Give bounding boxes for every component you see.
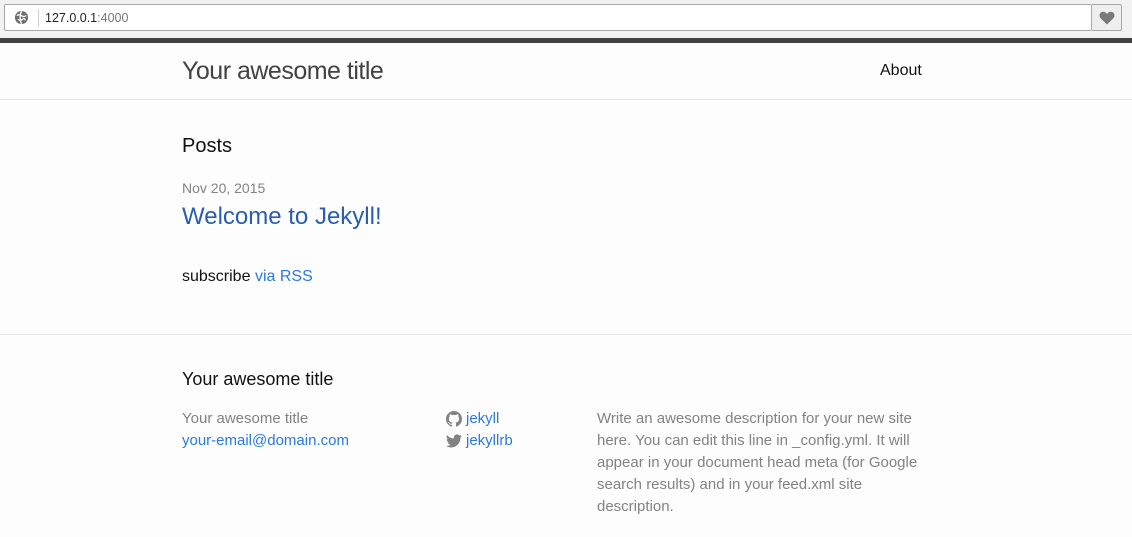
footer-heading: Your awesome title <box>182 369 334 389</box>
globe-icon <box>14 10 29 25</box>
footer-site-name: Your awesome title <box>182 410 309 427</box>
address-bar[interactable]: 127.0.0.1:4000 <box>4 4 1092 31</box>
favorite-button[interactable] <box>1092 4 1122 31</box>
posts-heading: Posts <box>182 135 233 157</box>
github-icon <box>446 411 462 427</box>
twitter-username-link[interactable]: jekyllrb <box>466 430 513 452</box>
footer-description: Write an awesome description for your ne… <box>597 410 918 515</box>
address-separator <box>38 9 39 27</box>
footer-social-list: jekyll jekyllrb <box>446 408 513 452</box>
post-title-link[interactable]: Welcome to Jekyll! <box>182 202 382 232</box>
post-date: Nov 20, 2015 <box>182 180 266 196</box>
browser-toolbar: 127.0.0.1:4000 <box>0 0 1132 38</box>
site-title-link[interactable]: Your awesome title <box>182 56 384 86</box>
twitter-icon <box>446 434 462 448</box>
rss-link[interactable]: via RSS <box>255 268 313 285</box>
twitter-social-item[interactable]: jekyllrb <box>446 430 513 452</box>
url-port: :4000 <box>97 11 129 25</box>
site-footer: Your awesome title Your awesome title yo… <box>0 334 1132 537</box>
footer-email-link[interactable]: your-email@domain.com <box>182 430 349 452</box>
subscribe-text: subscribe <box>182 268 251 285</box>
url-host: 127.0.0.1 <box>45 11 98 25</box>
github-username-link[interactable]: jekyll <box>466 408 499 430</box>
subscribe-line: subscribe via RSS <box>182 267 313 287</box>
footer-contact-list: Your awesome title your-email@domain.com <box>182 408 349 452</box>
site-header: Your awesome title About <box>0 43 1132 100</box>
github-social-item[interactable]: jekyll <box>446 408 513 430</box>
nav-about-link[interactable]: About <box>880 61 922 81</box>
url-text[interactable]: 127.0.0.1:4000 <box>45 10 128 26</box>
heart-icon <box>1099 11 1115 25</box>
